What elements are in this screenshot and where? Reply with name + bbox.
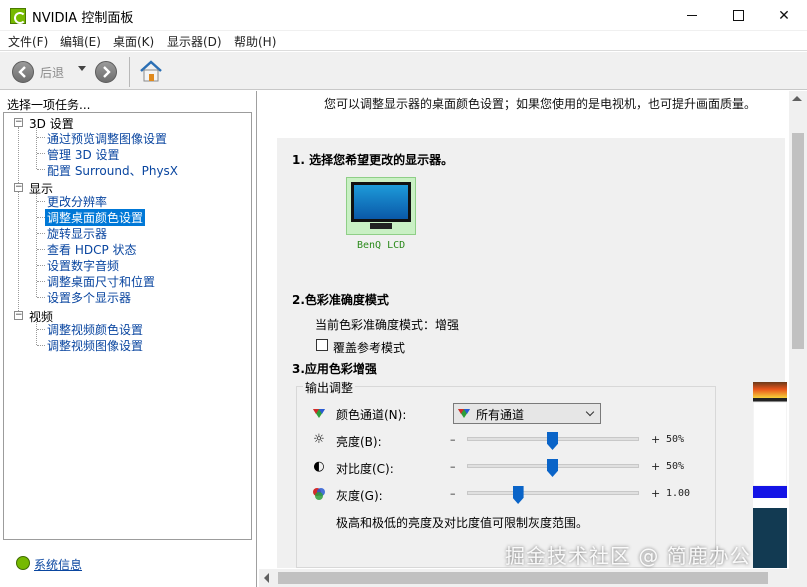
contrast-value: 50% bbox=[666, 461, 685, 472]
tree-item-rotate[interactable]: 旋转显示器 bbox=[47, 225, 107, 242]
tree-item-desktop-size[interactable]: 调整桌面尺寸和位置 bbox=[47, 273, 155, 290]
task-pane-header: 选择一项任务... bbox=[7, 98, 91, 112]
gamma-label: 灰度(G): bbox=[336, 489, 383, 503]
toolbar bbox=[0, 52, 807, 90]
back-label[interactable]: 后退 bbox=[40, 64, 64, 81]
home-icon[interactable] bbox=[138, 58, 164, 84]
contrast-icon: ◐ bbox=[313, 459, 325, 474]
color-channel-value[interactable]: 所有通道 bbox=[476, 406, 524, 423]
menu-edit[interactable]: 编辑(E) bbox=[60, 33, 101, 50]
contrast-label: 对比度(C): bbox=[336, 462, 394, 476]
scroll-left-icon[interactable] bbox=[264, 573, 269, 583]
menu-display[interactable]: 显示器(D) bbox=[167, 33, 222, 50]
contrast-plus: + bbox=[651, 460, 661, 473]
output-adjust-title: 输出调整 bbox=[303, 379, 356, 396]
tree-connector bbox=[36, 128, 37, 169]
accuracy-mode-label: 当前色彩准确度模式：增强 bbox=[315, 318, 460, 332]
window-title: NVIDIA 控制面板 bbox=[32, 11, 134, 26]
gamma-plus: + bbox=[651, 487, 661, 500]
back-arrow-icon[interactable] bbox=[12, 61, 34, 83]
maximize-button[interactable] bbox=[715, 0, 761, 31]
horizontal-scroll-thumb[interactable] bbox=[278, 572, 768, 584]
tree-item-surround-physx[interactable]: 配置 Surround、PhysX bbox=[47, 162, 178, 179]
tree-item-video-image[interactable]: 调整视频图像设置 bbox=[47, 337, 143, 354]
gamma-minus: – bbox=[450, 487, 456, 500]
tree-item-manage-3d[interactable]: 管理 3D 设置 bbox=[47, 146, 120, 163]
forward-arrow-icon[interactable] bbox=[95, 61, 117, 83]
scroll-up-icon[interactable] bbox=[792, 96, 802, 101]
color-channel-icon bbox=[312, 406, 326, 420]
gamma-hint: 极高和极低的亮度及对比度值可限制灰度范围。 bbox=[336, 516, 589, 530]
monitor-stand bbox=[370, 223, 392, 229]
collapse-3d-icon[interactable]: − bbox=[14, 118, 23, 127]
gamma-icon bbox=[312, 487, 326, 501]
system-info-link[interactable]: 系统信息 bbox=[34, 556, 82, 573]
page-description: 您可以调整显示器的桌面颜色设置；如果您使用的是电视机，也可提升画面质量。 bbox=[324, 97, 757, 111]
menu-desktop[interactable]: 桌面(K) bbox=[113, 33, 154, 50]
system-info-icon bbox=[16, 556, 30, 570]
brightness-plus: + bbox=[651, 433, 661, 446]
color-channel-label: 颜色通道(N): bbox=[336, 408, 407, 422]
brightness-minus: – bbox=[450, 433, 456, 446]
tree-item-desktop-color[interactable]: 调整桌面颜色设置 bbox=[45, 209, 146, 226]
brightness-value: 50% bbox=[666, 434, 685, 445]
override-reference-checkbox[interactable] bbox=[316, 339, 328, 351]
nvidia-logo-icon bbox=[10, 8, 26, 24]
tree-item-multi-display[interactable]: 设置多个显示器 bbox=[47, 289, 131, 306]
section-color-enhance: 3.应用色彩增强 bbox=[292, 362, 377, 376]
brightness-label: 亮度(B): bbox=[336, 435, 382, 449]
tree-item-video-color[interactable]: 调整视频颜色设置 bbox=[47, 321, 143, 338]
tree-item-hdcp[interactable]: 查看 HDCP 状态 bbox=[47, 241, 137, 258]
section-accuracy-mode: 2.色彩准确度模式 bbox=[292, 293, 389, 307]
all-channels-icon bbox=[457, 406, 471, 420]
contrast-minus: – bbox=[450, 460, 456, 473]
tree-item-resolution[interactable]: 更改分辨率 bbox=[47, 193, 107, 210]
gamma-value: 1.00 bbox=[666, 488, 691, 499]
history-dropdown-icon[interactable] bbox=[78, 66, 86, 71]
brightness-icon: ☼ bbox=[313, 432, 325, 447]
section-select-display: 1. 选择您希望更改的显示器。 bbox=[292, 153, 454, 167]
close-button[interactable]: ✕ bbox=[761, 0, 807, 31]
override-reference-label[interactable]: 覆盖参考模式 bbox=[333, 339, 405, 356]
collapse-video-icon[interactable]: − bbox=[14, 311, 23, 320]
gamma-track bbox=[467, 491, 639, 495]
toolbar-divider bbox=[129, 57, 130, 87]
vertical-scroll-thumb[interactable] bbox=[792, 133, 804, 349]
monitor-name[interactable]: BenQ LCD bbox=[357, 240, 405, 251]
monitor-icon bbox=[351, 182, 411, 222]
color-preview bbox=[752, 382, 788, 568]
menu-help[interactable]: 帮助(H) bbox=[234, 33, 276, 50]
tree-item-preview-image[interactable]: 通过预览调整图像设置 bbox=[47, 130, 167, 147]
tree-connector bbox=[18, 127, 19, 315]
watermark: 掘金技术社区 @ 简鹿办公 bbox=[505, 544, 751, 568]
tree-item-digital-audio[interactable]: 设置数字音频 bbox=[47, 257, 119, 274]
minimize-button[interactable] bbox=[669, 0, 715, 31]
collapse-display-icon[interactable]: − bbox=[14, 183, 23, 192]
menu-file[interactable]: 文件(F) bbox=[8, 33, 48, 50]
